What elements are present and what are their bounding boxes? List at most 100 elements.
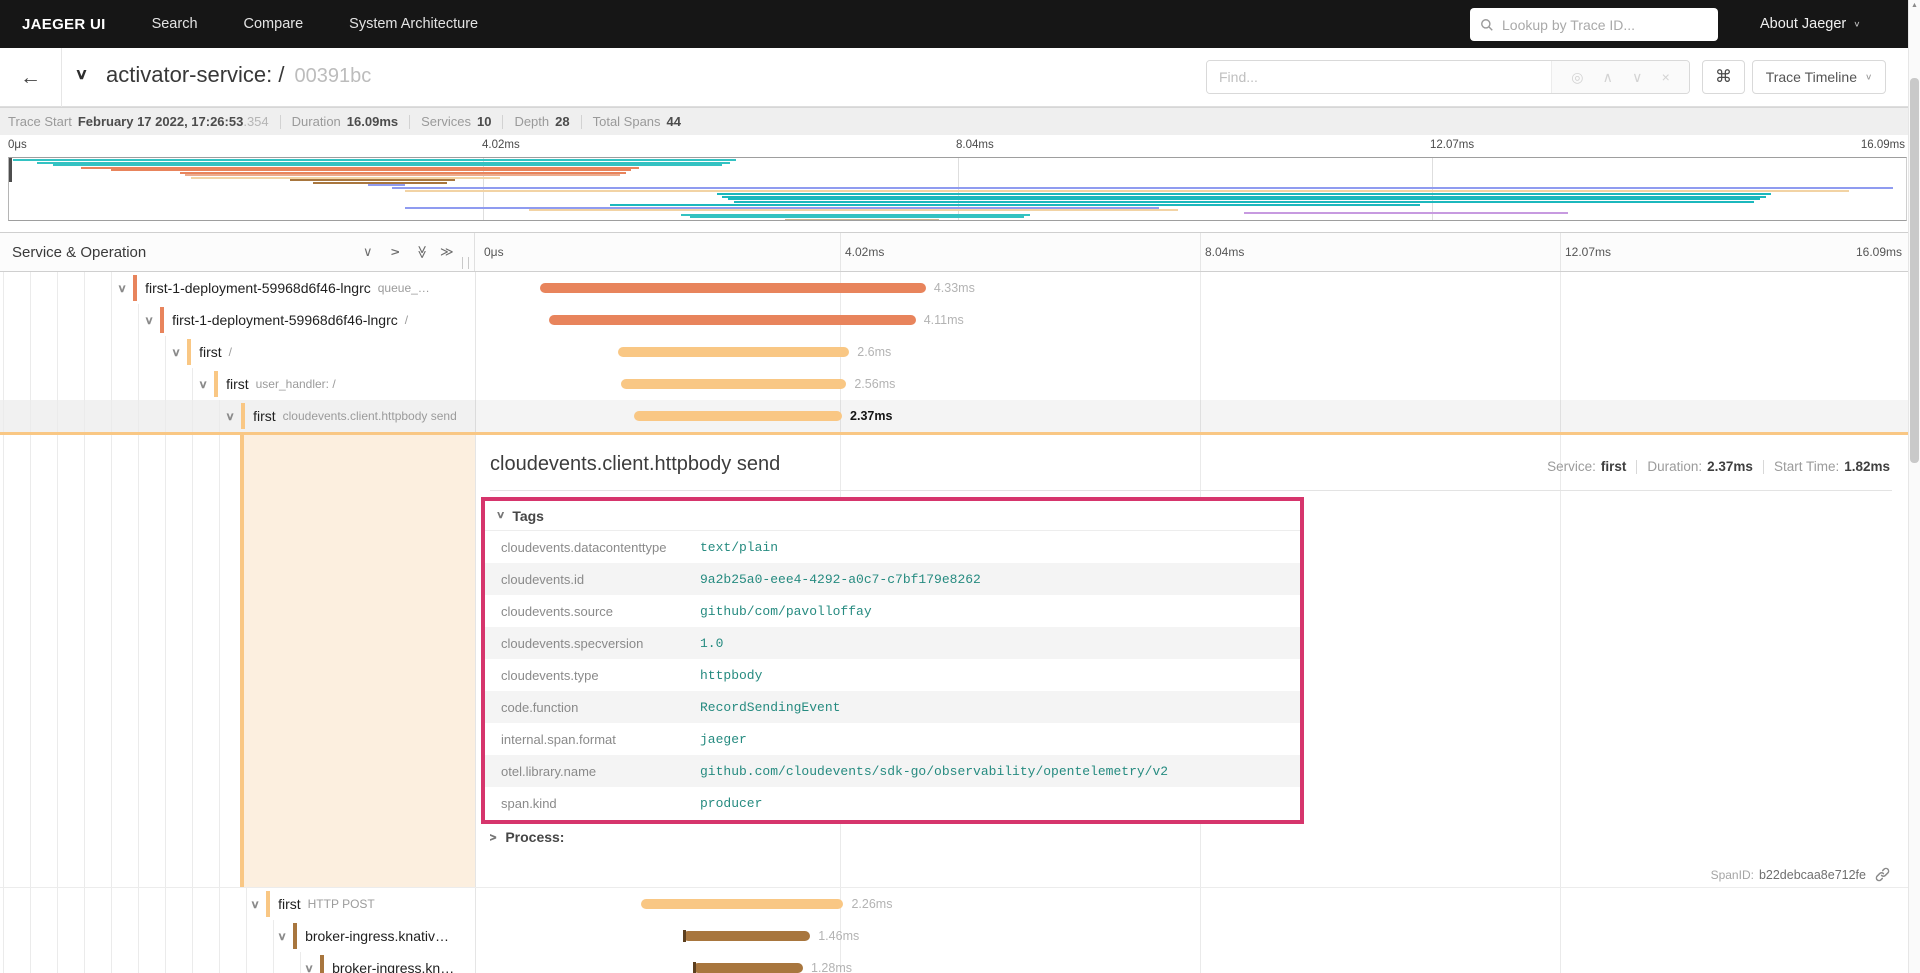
total-spans-stat: Total Spans 44 (592, 114, 682, 129)
span-row[interactable]: ∨ first-1-deployment-59968d6f46-lngrc / … (0, 304, 1920, 336)
timeline-tick: 4.02ms (845, 245, 885, 259)
duration-value: 2.37ms (1707, 459, 1753, 474)
span-row[interactable]: ∨ first / 2.6ms (0, 336, 1920, 368)
indent-guides (0, 304, 145, 336)
span-bar[interactable] (683, 930, 811, 942)
span-color-bar (241, 403, 246, 429)
process-title: Process: (505, 829, 565, 845)
service-name: first (253, 408, 276, 424)
trace-id: 00391bc (294, 65, 372, 87)
span-duration-label: 4.11ms (923, 313, 964, 327)
minimap-scrubber-handle[interactable] (9, 158, 12, 182)
nav-link-compare[interactable]: Compare (244, 16, 304, 32)
span-duration-label: 1.46ms (818, 929, 860, 943)
span-timeline-cell[interactable]: 2.37ms (475, 400, 1920, 432)
span-duration-label: 1.28ms (811, 961, 852, 973)
span-bar[interactable] (641, 899, 844, 909)
trace-start-stat: Trace Start February 17 2022, 17:26:53.35… (8, 114, 269, 129)
column-resize-handle[interactable] (462, 257, 469, 269)
chevron-down-icon[interactable]: ∨ (117, 282, 127, 295)
minimap-tick: 12.07ms (1430, 139, 1475, 151)
find-prev-icon[interactable]: ∧ (1603, 69, 1613, 86)
keyboard-shortcuts-button[interactable]: ⌘ (1702, 60, 1745, 94)
chevron-down-icon[interactable]: ∨ (277, 930, 287, 943)
service-value: first (1600, 459, 1627, 474)
span-color-bar (214, 371, 219, 397)
about-jaeger-menu[interactable]: About Jaeger ∨ (1760, 0, 1861, 48)
tags-title: Tags (512, 507, 544, 524)
collapse-one-icon[interactable]: ∨ (363, 245, 373, 259)
span-rows-above: ∨ first-1-deployment-59968d6f46-lngrc qu… (0, 272, 1920, 432)
span-name-cell[interactable]: ∨ first user_handler: / (0, 368, 475, 400)
chevron-down-icon[interactable]: ∨ (198, 378, 208, 391)
span-timeline-cell[interactable]: 2.6ms (475, 336, 1920, 368)
chevron-down-icon[interactable]: ∨ (304, 962, 314, 973)
deep-link-icon[interactable] (1875, 867, 1890, 882)
process-accordion-header[interactable]: ∨ Process: (488, 829, 565, 845)
chevron-down-icon[interactable]: ∨ (144, 314, 154, 327)
tag-row: code.function RecordSendingEvent (485, 691, 1300, 723)
span-bar[interactable] (540, 283, 926, 293)
find-next-icon[interactable]: ∨ (1632, 69, 1642, 86)
span-row[interactable]: ∨ broker-ingress.knativ… 1.46ms (0, 920, 1920, 952)
timeline-gridline (1200, 233, 1201, 271)
tags-section-highlighted: ∨ Tags cloudevents.datacontenttype text/p… (481, 497, 1304, 824)
span-name-cell[interactable]: ∨ first cloudevents.client.httpbody send (0, 400, 475, 432)
trace-view-select[interactable]: Trace Timeline ∨ (1752, 60, 1886, 94)
span-row[interactable]: ∨ first user_handler: / 2.56ms (0, 368, 1920, 400)
trace-minimap[interactable] (8, 157, 1907, 221)
span-row[interactable]: ∨ first cloudevents.client.httpbody send… (0, 400, 1920, 432)
nav-link-system-architecture[interactable]: System Architecture (349, 16, 478, 32)
app-title[interactable]: JAEGER UI (22, 16, 106, 33)
minimap-tick: 16.09ms (1860, 139, 1905, 151)
span-timeline-cell[interactable]: 2.56ms (475, 368, 1920, 400)
nav-link-search[interactable]: Search (152, 16, 198, 32)
chevron-down-icon[interactable]: ∨ (171, 346, 181, 359)
collapse-all-icon[interactable]: ≫ (415, 245, 430, 259)
minimap-tick: 4.02ms (482, 139, 520, 151)
span-name-cell[interactable]: ∨ broker-ingress.knativ… (0, 920, 475, 952)
span-bar[interactable] (620, 379, 847, 389)
span-timeline-cell[interactable]: 2.26ms (475, 888, 1920, 920)
duration-stat: Duration 16.09ms (291, 114, 399, 129)
find-match-case-icon[interactable]: ◎ (1571, 69, 1583, 86)
span-timeline-cell[interactable]: 4.11ms (475, 304, 1920, 336)
span-bar[interactable] (633, 411, 843, 421)
span-timeline-cell[interactable]: 4.33ms (475, 272, 1920, 304)
span-bar[interactable] (618, 347, 850, 357)
services-stat: Services 10 (421, 114, 492, 129)
tags-accordion-header[interactable]: ∨ Tags (485, 501, 1300, 530)
expand-all-icon[interactable]: ≫ (440, 245, 454, 259)
span-timeline-cell[interactable]: 1.28ms (475, 952, 1920, 973)
span-row[interactable]: ∨ first HTTP POST 2.26ms (0, 888, 1920, 920)
collapse-trace-chevron-icon[interactable]: ∨ (75, 65, 89, 83)
expand-one-icon[interactable]: ∨ (387, 247, 402, 257)
selected-span-divider (0, 432, 1920, 435)
span-row[interactable]: ∨ broker-ingress.kn… 1.28ms (0, 952, 1920, 973)
trace-id-search-box[interactable]: Lookup by Trace ID... (1470, 8, 1718, 41)
trace-view-label: Trace Timeline (1765, 69, 1857, 85)
vertical-scrollbar[interactable]: ▲ (1908, 0, 1920, 973)
span-bar[interactable] (693, 962, 803, 973)
span-name-cell[interactable]: ∨ first-1-deployment-59968d6f46-lngrc / (0, 304, 475, 336)
span-bar[interactable] (548, 315, 916, 325)
span-timeline-cell[interactable]: 1.46ms (475, 920, 1920, 952)
span-name-cell[interactable]: ∨ first HTTP POST (0, 888, 475, 920)
find-input[interactable] (1207, 61, 1551, 93)
span-name-cell[interactable]: ∨ first / (0, 336, 475, 368)
scrollbar-thumb[interactable] (1910, 78, 1919, 463)
span-name-cell[interactable]: ∨ broker-ingress.kn… (0, 952, 475, 973)
back-button[interactable]: ← (0, 48, 62, 107)
span-rows-below: ∨ first HTTP POST 2.26ms ∨ broker-ingres… (0, 888, 1920, 973)
indent-guides (0, 888, 251, 920)
tag-row: internal.span.format jaeger (501, 731, 747, 747)
find-clear-icon[interactable]: × (1662, 69, 1670, 85)
operation-name: / (404, 313, 409, 327)
span-duration-label: 2.26ms (851, 897, 893, 911)
chevron-down-icon[interactable]: ∨ (250, 898, 260, 911)
scroll-up-arrow-icon[interactable]: ▲ (1909, 2, 1920, 9)
span-name-cell[interactable]: ∨ first-1-deployment-59968d6f46-lngrc qu… (0, 272, 475, 304)
chevron-down-icon[interactable]: ∨ (225, 410, 235, 423)
span-row[interactable]: ∨ first-1-deployment-59968d6f46-lngrc qu… (0, 272, 1920, 304)
minimap-span-bar (784, 218, 939, 220)
